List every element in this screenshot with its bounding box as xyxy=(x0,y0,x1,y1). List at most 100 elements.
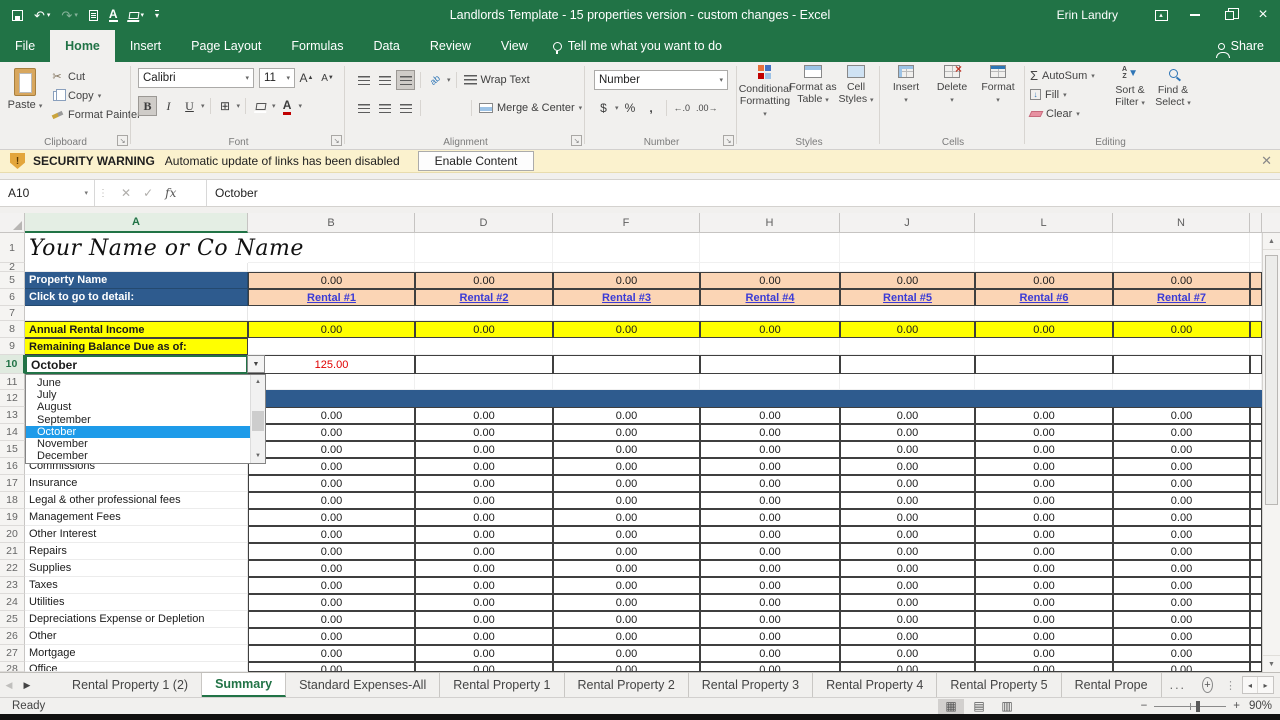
cell-A8[interactable]: Annual Rental Income xyxy=(25,321,248,338)
month-option-july[interactable]: July xyxy=(26,389,250,401)
cell-D18[interactable]: 0.00 xyxy=(415,492,553,509)
cell-J26[interactable]: 0.00 xyxy=(840,628,975,645)
month-option-december[interactable]: December xyxy=(26,450,250,462)
orientation-button[interactable]: ab xyxy=(426,70,445,90)
month-option-june[interactable]: June xyxy=(26,377,250,389)
find-select-button[interactable]: Find & Select ▾ xyxy=(1152,65,1194,110)
number-dialog-launcher[interactable]: ↘ xyxy=(723,135,734,146)
cell-A1[interactable]: Your Name or Co Name xyxy=(25,233,248,263)
cell-A20[interactable]: Other Interest xyxy=(25,526,248,543)
cell-H28[interactable]: 0.00 xyxy=(700,662,840,672)
cell-J21[interactable]: 0.00 xyxy=(840,543,975,560)
percent-style-button[interactable]: % xyxy=(621,98,640,118)
cell-N8[interactable]: 0.00 xyxy=(1113,321,1250,338)
cell-H21[interactable]: 0.00 xyxy=(700,543,840,560)
font-dialog-launcher[interactable]: ↘ xyxy=(331,135,342,146)
column-header-L[interactable]: L xyxy=(975,213,1113,233)
cell-N27[interactable]: 0.00 xyxy=(1113,645,1250,662)
name-box[interactable]: A10▾ xyxy=(0,180,95,206)
cell-L18[interactable]: 0.00 xyxy=(975,492,1113,509)
cell-D24[interactable]: 0.00 xyxy=(415,594,553,611)
cell-H27[interactable]: 0.00 xyxy=(700,645,840,662)
normal-view-button[interactable]: ▦ xyxy=(938,699,964,714)
tab-insert[interactable]: Insert xyxy=(115,30,176,62)
cell-H1[interactable] xyxy=(700,233,840,263)
cell-F7[interactable] xyxy=(553,306,700,321)
cell-A27[interactable]: Mortgage xyxy=(25,645,248,662)
cell-F25[interactable]: 0.00 xyxy=(553,611,700,628)
cell-D5[interactable]: 0.00 xyxy=(415,272,553,289)
month-option-october[interactable]: October xyxy=(26,426,250,438)
underline-button[interactable]: U xyxy=(180,96,199,116)
sheet-tab-rental-property-3[interactable]: Rental Property 3 xyxy=(689,673,813,697)
cell-F14[interactable]: 0.00 xyxy=(553,424,700,441)
cell-J14[interactable]: 0.00 xyxy=(840,424,975,441)
cell-N19[interactable]: 0.00 xyxy=(1113,509,1250,526)
row-header-21[interactable]: 21 xyxy=(0,543,25,560)
cell-N23[interactable]: 0.00 xyxy=(1113,577,1250,594)
fill-color-button[interactable] xyxy=(251,96,270,116)
delete-cells-button[interactable]: × Delete▾ xyxy=(931,65,973,107)
cell-J17[interactable]: 0.00 xyxy=(840,475,975,492)
cell-B16[interactable]: 0.00 xyxy=(248,458,415,475)
cell-B22[interactable]: 0.00 xyxy=(248,560,415,577)
clipboard-dialog-launcher[interactable]: ↘ xyxy=(117,135,128,146)
cell-J5[interactable]: 0.00 xyxy=(840,272,975,289)
autosum-button[interactable]: ΣAutoSum ▾ xyxy=(1030,66,1095,85)
sheet-tab-rental-property-1[interactable]: Rental Property 1 xyxy=(440,673,564,697)
cell-H24[interactable]: 0.00 xyxy=(700,594,840,611)
cell-F2[interactable] xyxy=(553,263,700,272)
comma-style-button[interactable]: , xyxy=(642,98,661,118)
cell-L7[interactable] xyxy=(975,306,1113,321)
cell-H13[interactable]: 0.00 xyxy=(700,407,840,424)
tab-review[interactable]: Review xyxy=(415,30,486,62)
cell-N7[interactable] xyxy=(1113,306,1250,321)
cell-F1[interactable] xyxy=(553,233,700,263)
increase-decimal-button[interactable]: ←.0 xyxy=(672,98,693,118)
cell-A5[interactable]: Property Name xyxy=(25,272,248,289)
cell-F12[interactable] xyxy=(553,390,700,407)
cell-L14[interactable]: 0.00 xyxy=(975,424,1113,441)
cell-N11[interactable] xyxy=(1113,374,1250,390)
cell-N16[interactable]: 0.00 xyxy=(1113,458,1250,475)
sheet-tab-rental-prope[interactable]: Rental Prope xyxy=(1062,673,1162,697)
cell-L12[interactable] xyxy=(975,390,1113,407)
cancel-icon[interactable]: ✕ xyxy=(121,186,131,200)
cell-L22[interactable]: 0.00 xyxy=(975,560,1113,577)
copy-button[interactable]: Copy ▾ xyxy=(50,86,141,105)
cell-H7[interactable] xyxy=(700,306,840,321)
hscroll-left-icon[interactable]: ◂ xyxy=(1243,677,1258,693)
sheet-tab-rental-property-1-2-[interactable]: Rental Property 1 (2) xyxy=(59,673,202,697)
cell-H2[interactable] xyxy=(700,263,840,272)
restore-button[interactable] xyxy=(1212,0,1246,30)
cell-D14[interactable]: 0.00 xyxy=(415,424,553,441)
cell-N21[interactable]: 0.00 xyxy=(1113,543,1250,560)
vertical-scrollbar[interactable]: ▲ ▼ xyxy=(1262,233,1280,672)
cell-D23[interactable]: 0.00 xyxy=(415,577,553,594)
cell-H14[interactable]: 0.00 xyxy=(700,424,840,441)
sheet-tab-standard-expenses-all[interactable]: Standard Expenses-All xyxy=(286,673,440,697)
sheet-tab-rental-property-4[interactable]: Rental Property 4 xyxy=(813,673,937,697)
cell-F13[interactable]: 0.00 xyxy=(553,407,700,424)
cell-J18[interactable]: 0.00 xyxy=(840,492,975,509)
cell-F17[interactable]: 0.00 xyxy=(553,475,700,492)
rental-link[interactable]: Rental #5 xyxy=(883,292,932,304)
tab-page-layout[interactable]: Page Layout xyxy=(176,30,276,62)
cell-D11[interactable] xyxy=(415,374,553,390)
month-option-august[interactable]: August xyxy=(26,401,250,413)
cell-A24[interactable]: Utilities xyxy=(25,594,248,611)
cell-L23[interactable]: 0.00 xyxy=(975,577,1113,594)
cell-D15[interactable]: 0.00 xyxy=(415,441,553,458)
cell-N10[interactable] xyxy=(1113,355,1250,374)
cell-D28[interactable]: 0.00 xyxy=(415,662,553,672)
cell-N5[interactable]: 0.00 xyxy=(1113,272,1250,289)
row-header-24[interactable]: 24 xyxy=(0,594,25,611)
cell-J15[interactable]: 0.00 xyxy=(840,441,975,458)
cell-D1[interactable] xyxy=(415,233,553,263)
cell-J16[interactable]: 0.00 xyxy=(840,458,975,475)
cell-N2[interactable] xyxy=(1113,263,1250,272)
cell-D6[interactable]: Rental #2 xyxy=(415,289,553,306)
fill-color-quick-button[interactable]: ▾ xyxy=(129,12,145,19)
cell-B6[interactable]: Rental #1 xyxy=(248,289,415,306)
cell-A9[interactable]: Remaining Balance Due as of: xyxy=(25,338,248,355)
